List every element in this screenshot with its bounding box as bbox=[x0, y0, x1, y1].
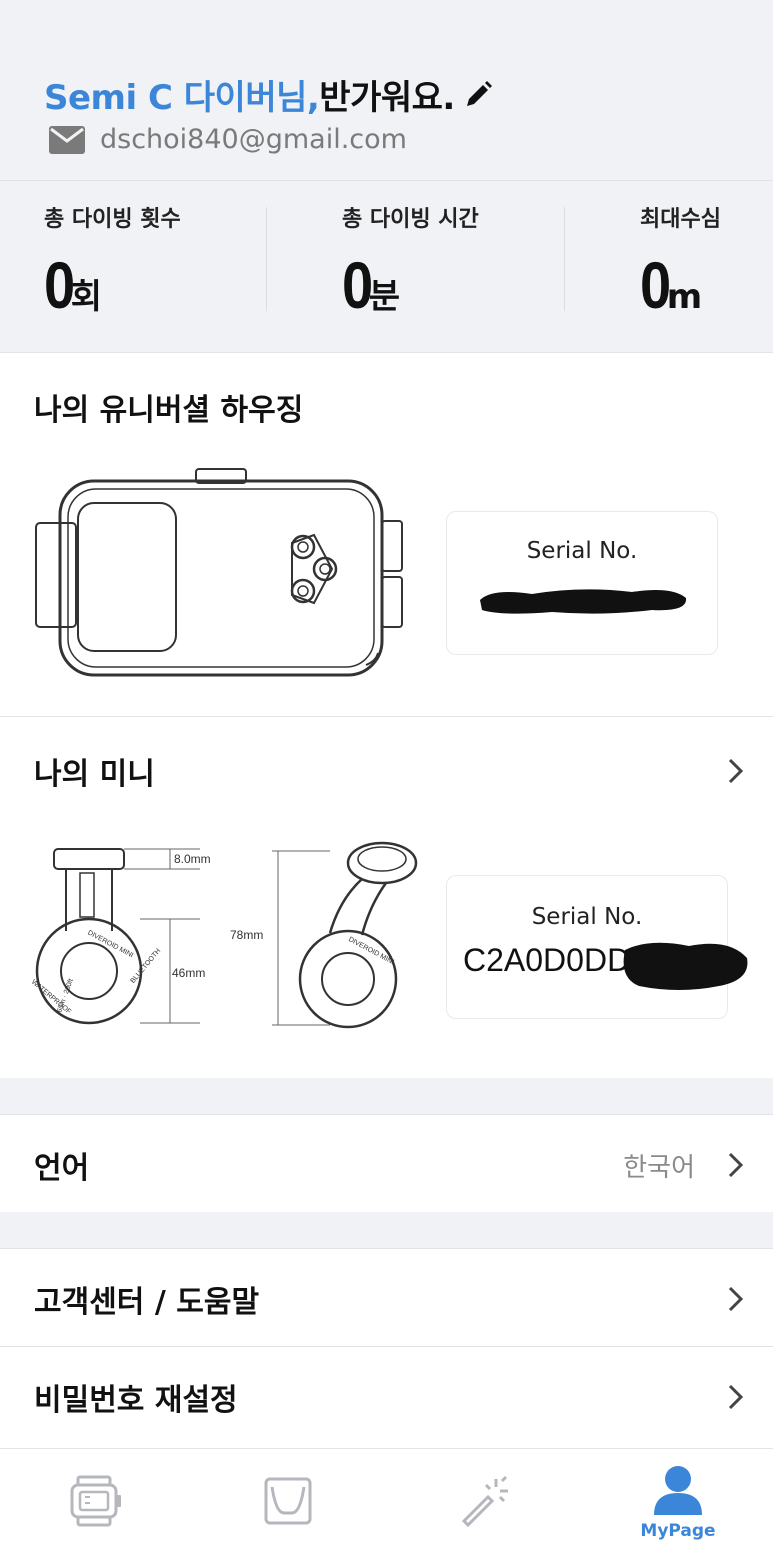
serial-value: C2A0D0DD bbox=[463, 942, 631, 978]
support-row[interactable]: 고객센터 / 도움말 bbox=[0, 1248, 773, 1346]
stat-total-dives: 총 다이빙 횟수 0 회 bbox=[44, 201, 181, 323]
stat-total-time: 총 다이빙 시간 0 분 bbox=[342, 201, 479, 323]
mail-icon bbox=[49, 125, 85, 154]
dim-body-label: 46mm bbox=[172, 966, 205, 980]
password-reset-row[interactable]: 비밀번호 재설정 bbox=[0, 1346, 773, 1448]
stat-value: 0 bbox=[342, 248, 373, 322]
divider bbox=[266, 207, 267, 311]
language-label: 언어 bbox=[34, 1151, 90, 1186]
mini-serial-card: Serial No. C2A0D0DD bbox=[446, 875, 748, 1019]
nav-mypage[interactable]: MyPage bbox=[618, 1463, 738, 1541]
chevron-right-icon bbox=[728, 1286, 744, 1312]
edit-pencil-icon[interactable] bbox=[461, 78, 495, 112]
mini-section[interactable]: 나의 미니 8.0mm DIVEROID MINI BLUETOOTH WATE… bbox=[0, 716, 773, 1078]
serial-label: Serial No. bbox=[531, 904, 643, 930]
housing-title: 나의 유니버셜 하우징 bbox=[34, 393, 304, 428]
language-value: 한국어 bbox=[623, 1153, 695, 1183]
nav-log[interactable] bbox=[228, 1463, 348, 1533]
support-label: 고객센터 / 도움말 bbox=[34, 1285, 260, 1320]
mypage-screen: Semi C 다이버님, 반가워요. dschoi840@gmail.com 총… bbox=[0, 0, 773, 1548]
stat-unit: 분 bbox=[368, 277, 400, 317]
language-row[interactable]: 언어 한국어 bbox=[0, 1114, 773, 1212]
chevron-right-icon bbox=[728, 1384, 744, 1410]
password-reset-label: 비밀번호 재설정 bbox=[34, 1383, 238, 1418]
mini-title: 나의 미니 bbox=[34, 757, 155, 792]
redacted-serial bbox=[623, 942, 748, 990]
nav-device[interactable] bbox=[36, 1463, 156, 1533]
dim-height-label: 78mm bbox=[230, 928, 263, 942]
dive-log-icon bbox=[264, 1477, 312, 1525]
redacted-serial bbox=[480, 589, 687, 614]
serial-label: Serial No. bbox=[526, 538, 638, 564]
stat-value: 0 bbox=[640, 248, 671, 322]
stat-value: 0 bbox=[44, 248, 75, 322]
chevron-right-icon bbox=[728, 758, 744, 784]
magic-wand-icon bbox=[461, 1475, 508, 1528]
stat-label: 총 다이빙 시간 bbox=[342, 207, 479, 232]
user-name: Semi C 다이버님, bbox=[44, 78, 320, 118]
stat-max-depth: 최대수심 0 m bbox=[640, 201, 721, 323]
ring-text-2: BLUETOOTH bbox=[130, 948, 163, 985]
chevron-right-icon bbox=[728, 1152, 744, 1178]
stat-unit: m bbox=[666, 277, 703, 317]
stat-label: 총 다이빙 횟수 bbox=[44, 207, 181, 232]
profile-header: Semi C 다이버님, 반가워요. dschoi840@gmail.com bbox=[0, 0, 773, 180]
greeting-text: 반가워요. bbox=[319, 78, 455, 118]
user-email: dschoi840@gmail.com bbox=[100, 124, 407, 155]
mini-device-image: 8.0mm DIVEROID MINI BLUETOOTH WATERPROOF… bbox=[30, 841, 418, 1029]
divider bbox=[564, 207, 565, 311]
nav-magic[interactable] bbox=[424, 1463, 544, 1533]
housing-serial-card: Serial No. bbox=[446, 511, 718, 655]
dive-stats: 총 다이빙 횟수 0 회 총 다이빙 시간 0 분 최대수심 0 m bbox=[0, 180, 773, 352]
dive-computer-icon bbox=[70, 1475, 121, 1527]
user-profile-icon bbox=[654, 1466, 702, 1515]
nav-mypage-label: MyPage bbox=[640, 1521, 716, 1541]
email-row: dschoi840@gmail.com bbox=[48, 124, 407, 155]
greeting: Semi C 다이버님, 반가워요. bbox=[44, 70, 495, 119]
housing-device-image bbox=[35, 468, 403, 677]
housing-section[interactable]: 나의 유니버셜 하우징 Serial No. bbox=[0, 352, 773, 716]
stat-unit: 회 bbox=[70, 277, 102, 317]
bottom-nav: MyPage bbox=[0, 1448, 773, 1548]
dim-top-label: 8.0mm bbox=[174, 852, 211, 866]
stat-label: 최대수심 bbox=[640, 207, 721, 232]
